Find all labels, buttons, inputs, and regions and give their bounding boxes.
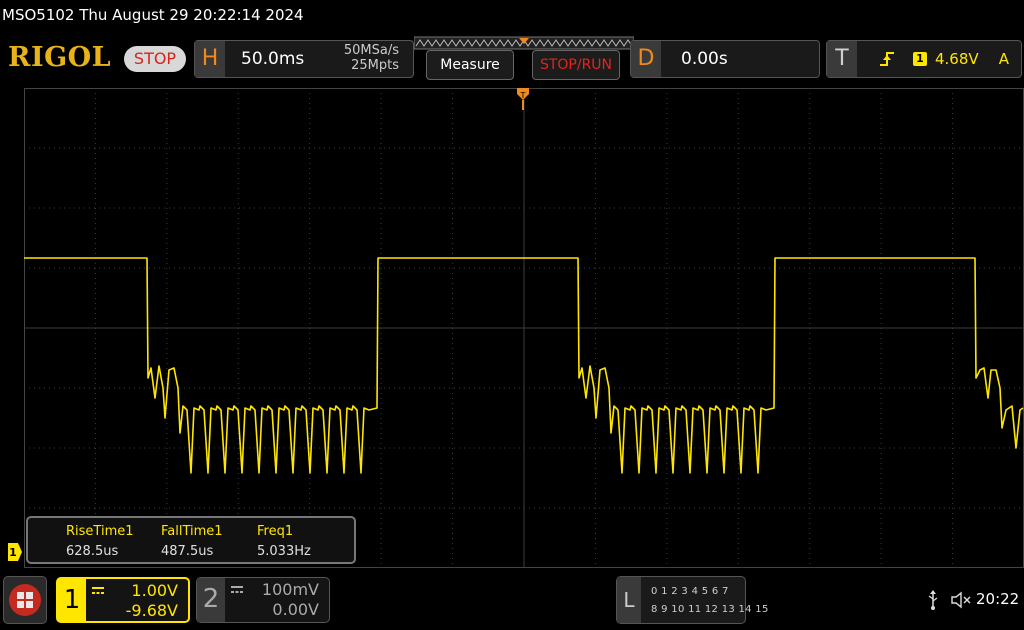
measure-button[interactable]: Measure: [426, 50, 514, 80]
digital-channels-row-1: 0 1 2 3 4 5 6 7: [651, 586, 729, 597]
dc-coupling-icon: [231, 586, 243, 593]
menu-button[interactable]: [3, 576, 47, 624]
model-datetime-line: MSO5102 Thu August 29 20:22:14 2024: [2, 6, 304, 24]
trigger-panel[interactable]: T 1 4.68V A: [826, 40, 1022, 78]
measurement-name: Freq1: [257, 524, 294, 539]
menu-grid-icon: [9, 584, 41, 616]
measurement-value: 628.5us: [66, 544, 119, 559]
channel-1-panel[interactable]: 1 1.00V -9.68V: [56, 577, 190, 623]
measurement-panel[interactable]: RiseTime1 628.5us FallTime1 487.5us Freq…: [26, 516, 356, 564]
measurement-item: FallTime1 487.5us: [161, 522, 223, 562]
svg-text:T: T: [520, 91, 526, 100]
run-state-badge: STOP: [124, 46, 186, 72]
top-status-bar: MSO5102 Thu August 29 20:22:14 2024 RIGO…: [0, 0, 1024, 88]
rigol-logo: RIGOL: [8, 42, 112, 73]
trigger-letter: T: [827, 41, 857, 77]
trigger-mode: A: [998, 50, 1009, 68]
memory-depth: 25Mpts: [351, 58, 399, 73]
logic-analyzer-panel[interactable]: L 0 1 2 3 4 5 6 7 8 9 10 11 12 13 14 15: [616, 576, 768, 624]
delay-panel[interactable]: D 0.00s: [630, 40, 820, 78]
measurement-name: FallTime1: [161, 524, 223, 539]
measurement-value: 487.5us: [161, 544, 214, 559]
rising-edge-icon: [880, 52, 894, 66]
channel-2-scale: 100mV: [261, 580, 319, 599]
system-clock: 20:22: [976, 590, 1020, 608]
sample-info: 50MSa/s 25Mpts: [344, 43, 399, 73]
speaker-muted-icon[interactable]: [950, 590, 972, 610]
memory-position-strip: [414, 36, 634, 50]
horizontal-letter: H: [195, 41, 225, 77]
channel-2-offset: 0.00V: [272, 600, 319, 619]
delay-letter: D: [631, 41, 661, 77]
waveform-display[interactable]: [24, 88, 1024, 568]
measurement-item: Freq1 5.033Hz: [257, 522, 311, 562]
trigger-position-icon: T: [517, 88, 529, 110]
horizontal-panel[interactable]: H 50.0ms 50MSa/s 25Mpts: [194, 40, 414, 78]
trigger-source-badge: 1: [913, 52, 927, 66]
measurement-item: RiseTime1 628.5us: [66, 522, 134, 562]
logic-analyzer-letter: L: [617, 577, 641, 623]
measurement-name: RiseTime1: [66, 524, 134, 539]
channel-2-number: 2: [197, 578, 225, 622]
ch1-offset-marker[interactable]: 1: [8, 543, 22, 561]
svg-text:1: 1: [9, 546, 17, 559]
digital-channels-row-2: 8 9 10 11 12 13 14 15: [651, 604, 769, 615]
channel-1-scale: 1.00V: [131, 581, 178, 600]
delay-value: 0.00s: [681, 49, 728, 69]
dc-coupling-icon: [92, 587, 104, 594]
trigger-level: 4.68V: [935, 50, 979, 68]
stop-run-button[interactable]: STOP/RUN: [532, 50, 620, 80]
sample-rate: 50MSa/s: [343, 43, 399, 58]
timebase-value: 50.0ms: [241, 49, 305, 69]
usb-icon: [928, 590, 938, 610]
channel-1-number: 1: [58, 579, 86, 621]
measurement-value: 5.033Hz: [257, 544, 311, 559]
channel-2-panel[interactable]: 2 100mV 0.00V: [196, 577, 330, 623]
channel-1-offset: -9.68V: [125, 601, 178, 620]
graticule: [24, 88, 1024, 568]
